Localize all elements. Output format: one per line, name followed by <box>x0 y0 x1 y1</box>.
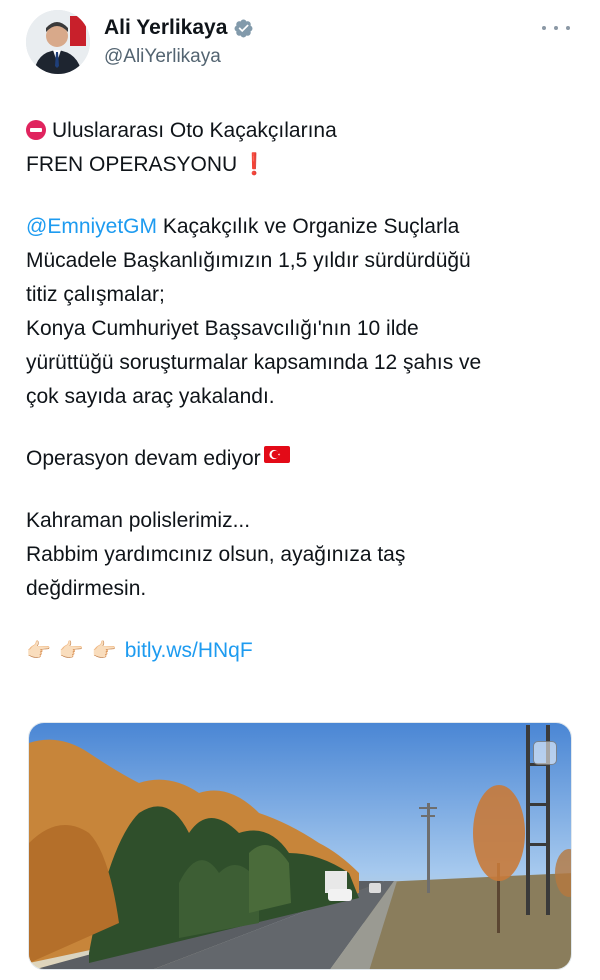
author-name[interactable]: Ali Yerlikaya <box>104 16 227 40</box>
pointing-hand-icon: 👉🏻 <box>91 640 117 662</box>
paragraph-line: Konya Cumhuriyet Başsavcılığı'nın 10 ild… <box>26 317 419 340</box>
paragraph-line: Kahraman polislerimiz... <box>26 509 251 532</box>
paragraph-line: titiz çalışmalar; <box>26 283 165 306</box>
turkey-flag-icon <box>263 446 290 463</box>
tweet-subtitle-line: FREN OPERASYONU ❗ <box>26 148 578 182</box>
link-line: 👉🏻 👉🏻 👉🏻 bitly.ws/HNqF <box>26 634 578 668</box>
tweet-header: Ali Yerlikaya @AliYerlikaya <box>26 10 574 76</box>
tweet-title-line: Uluslararası Oto Kaçakçılarına <box>26 114 578 148</box>
paragraph-line: @EmniyetGM Kaçakçılık ve Organize Suçlar… <box>26 210 578 244</box>
media-tag-icon[interactable] <box>533 741 557 765</box>
exclamation-icon: ❗ <box>241 153 268 176</box>
tweet-media-image[interactable] <box>28 722 572 970</box>
paragraph-line: Mücadele Başkanlığımızın 1,5 yıldır sürd… <box>26 249 471 272</box>
avatar[interactable] <box>26 10 90 74</box>
paragraph-text: Kaçakçılık ve Organize Suçlarla <box>157 215 460 238</box>
tweet-subtitle: FREN OPERASYONU <box>26 153 238 176</box>
more-options-icon[interactable] <box>542 20 570 36</box>
pointing-hand-icon: 👉🏻 <box>58 640 84 662</box>
no-entry-icon <box>26 120 46 140</box>
tweet-text: Uluslararası Oto Kaçakçılarına FREN OPER… <box>26 114 578 668</box>
short-link[interactable]: bitly.ws/HNqF <box>125 639 253 662</box>
mention-link[interactable]: @EmniyetGM <box>26 215 157 238</box>
paragraph-line: çok sayıda araç yakalandı. <box>26 385 275 408</box>
tweet-title: Uluslararası Oto Kaçakçılarına <box>52 119 337 142</box>
paragraph-line: yürüttüğü soruşturmalar kapsamında 12 şa… <box>26 351 482 374</box>
status-line: Operasyon devam ediyor <box>26 442 578 476</box>
paragraph-line: değdirmesin. <box>26 577 147 600</box>
paragraph-line: Rabbim yardımcınız olsun, ayağınıza taş <box>26 543 406 566</box>
author-name-row: Ali Yerlikaya <box>104 16 254 40</box>
author-handle[interactable]: @AliYerlikaya <box>104 46 221 68</box>
pointing-hand-icon: 👉🏻 <box>26 640 51 662</box>
verified-badge-icon <box>234 19 253 37</box>
status-text: Operasyon devam ediyor <box>26 447 261 470</box>
